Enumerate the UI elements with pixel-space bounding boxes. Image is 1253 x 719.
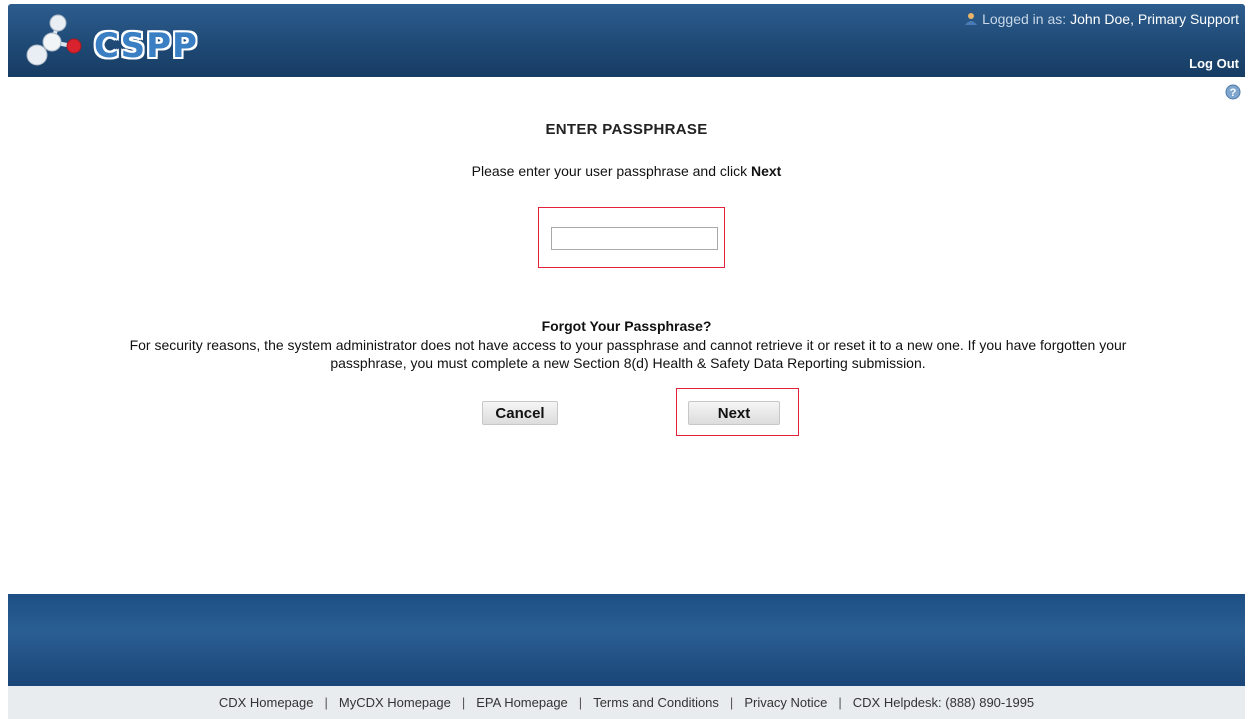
footer-link-epa-homepage[interactable]: EPA Homepage xyxy=(476,695,568,710)
molecule-logo-icon xyxy=(26,14,82,66)
cancel-button[interactable]: Cancel xyxy=(482,401,558,425)
footer-link-cdx-homepage[interactable]: CDX Homepage xyxy=(219,695,314,710)
footer-banner xyxy=(8,594,1245,686)
footer-link-terms[interactable]: Terms and Conditions xyxy=(593,695,719,710)
passphrase-highlight xyxy=(538,207,725,268)
logged-in-label: Logged in as: xyxy=(982,11,1067,27)
footer-separator: | xyxy=(729,695,734,710)
login-info: Logged in as: John Doe, Primary Support xyxy=(964,11,1239,27)
forgot-text-line2: passphrase, you must complete a new Sect… xyxy=(330,355,926,371)
help-icon[interactable]: ? xyxy=(1225,84,1241,100)
forgot-passphrase-title: Forgot Your Passphrase? xyxy=(541,318,712,334)
app-header: CSPP Logged in as: John Doe, Primary Sup… xyxy=(8,4,1245,77)
footer-links: CDX Homepage | MyCDX Homepage | EPA Home… xyxy=(8,686,1245,719)
footer-separator: | xyxy=(578,695,583,710)
logo-text: CSPP xyxy=(94,26,198,66)
footer-separator: | xyxy=(838,695,842,710)
footer-link-helpdesk[interactable]: CDX Helpdesk: (888) 890-1995 xyxy=(853,695,1034,710)
svg-text:?: ? xyxy=(1230,87,1237,99)
instruction-next: Next xyxy=(751,163,782,179)
passphrase-input[interactable] xyxy=(551,227,718,250)
user-name: John Doe, Primary Support xyxy=(1070,11,1239,27)
instruction-prefix: Please enter your user passphrase and cl… xyxy=(471,163,748,179)
user-icon xyxy=(965,13,978,25)
logout-link[interactable]: Log Out xyxy=(1189,56,1239,71)
cspp-logo[interactable]: CSPP xyxy=(24,12,197,68)
next-button[interactable]: Next xyxy=(688,401,780,425)
footer-separator: | xyxy=(324,695,328,710)
forgot-passphrase-text: For security reasons, the system adminis… xyxy=(4,336,1252,372)
footer-link-privacy[interactable]: Privacy Notice xyxy=(744,695,827,710)
page-title: ENTER PASSPHRASE xyxy=(545,121,708,138)
instruction-text: Please enter your user passphrase and cl… xyxy=(0,163,1253,179)
footer-link-mycdx-homepage[interactable]: MyCDX Homepage xyxy=(339,695,451,710)
footer-separator: | xyxy=(461,695,466,710)
forgot-text-line1: For security reasons, the system adminis… xyxy=(129,337,1127,353)
